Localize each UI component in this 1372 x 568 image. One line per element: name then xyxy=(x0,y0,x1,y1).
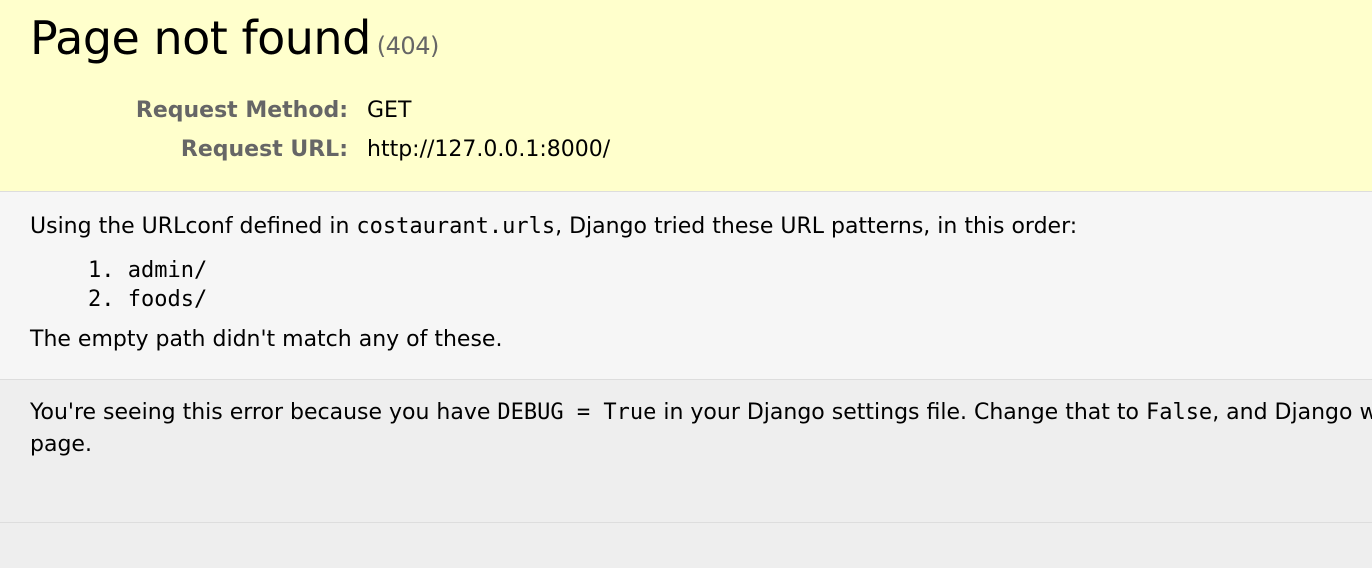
request-method-value: GET xyxy=(367,98,412,123)
url-pattern-item: 2. foods/ xyxy=(88,285,207,314)
page-title-text: Page not found xyxy=(30,11,371,65)
page-title: Page not found (404) xyxy=(30,10,439,74)
urlconf-intro-after: , Django tried these URL patterns, in th… xyxy=(555,214,1078,239)
explanation-part3: , and Django w xyxy=(1212,400,1372,425)
url-pattern-text: foods/ xyxy=(127,287,208,312)
url-pattern-list: 1. admin/ 2. foods/ xyxy=(88,256,207,314)
explanation-part1: You're seeing this error because you hav… xyxy=(30,400,498,425)
request-url-value: http://127.0.0.1:8000/ xyxy=(367,137,611,162)
false-value-code: False xyxy=(1145,400,1213,425)
urlconf-module: costaurant.urls xyxy=(356,214,556,239)
explanation-part2: in your Django settings file. Change tha… xyxy=(656,400,1146,425)
urlconf-intro-before: Using the URLconf defined in xyxy=(30,214,357,239)
url-pattern-number: 2. xyxy=(88,287,115,312)
url-pattern-item: 1. admin/ xyxy=(88,256,207,285)
explanation-panel: You're seeing this error because you hav… xyxy=(0,380,1372,523)
urlconf-intro: Using the URLconf defined in costaurant.… xyxy=(30,212,1077,242)
debug-setting-code: DEBUG = True xyxy=(497,400,657,425)
debug-explanation: You're seeing this error because you hav… xyxy=(30,397,1372,461)
info-panel: Using the URLconf defined in costaurant.… xyxy=(0,192,1372,380)
url-pattern-number: 1. xyxy=(88,258,115,283)
url-pattern-text: admin/ xyxy=(127,258,208,283)
summary-panel: Page not found (404) Request Method: GET … xyxy=(0,0,1372,192)
no-match-message: The empty path didn't match any of these… xyxy=(30,327,503,352)
explanation-line2: page. xyxy=(30,432,92,457)
request-method-label: Request Method: xyxy=(135,98,348,123)
status-code: (404) xyxy=(376,32,440,60)
request-url-label: Request URL: xyxy=(180,137,348,162)
